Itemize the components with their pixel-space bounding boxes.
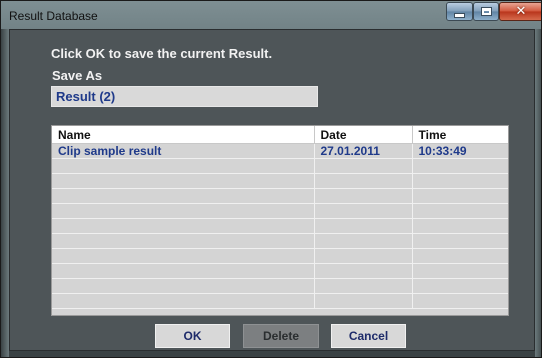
cell-time[interactable]: 10:33:49 [412, 143, 508, 159]
results-table[interactable]: Name Date Time Clip sample result 27.01.… [51, 125, 509, 316]
empty-cell [314, 233, 413, 249]
empty-cell [412, 293, 508, 309]
empty-table-row [52, 158, 508, 174]
cancel-button[interactable]: Cancel [331, 324, 406, 348]
cell-date[interactable]: 27.01.2011 [314, 143, 413, 159]
title-bar[interactable]: Result Database ✕ [1, 1, 541, 29]
empty-cell [314, 263, 413, 279]
empty-cell [412, 218, 508, 234]
save-prompt-text: Click OK to save the current Result. [51, 46, 273, 61]
empty-cell [52, 203, 315, 219]
empty-cell [52, 278, 315, 294]
dialog-body: Click OK to save the current Result. Sav… [9, 29, 535, 351]
save-as-input[interactable] [51, 86, 318, 107]
delete-button[interactable]: Delete [243, 324, 319, 348]
close-button[interactable]: ✕ [499, 2, 541, 21]
window-frame-left [1, 29, 9, 357]
maximize-button[interactable] [473, 2, 499, 21]
ok-button[interactable]: OK [155, 324, 230, 348]
cell-name[interactable]: Clip sample result [52, 143, 315, 159]
empty-cell [412, 263, 508, 279]
empty-cell [412, 203, 508, 219]
empty-cell [314, 158, 413, 174]
empty-cell [52, 233, 315, 249]
empty-cell [412, 188, 508, 204]
table-header-row: Name Date Time [52, 126, 508, 144]
empty-table-row [52, 293, 508, 309]
maximize-icon [481, 8, 491, 15]
empty-cell [412, 233, 508, 249]
close-icon: ✕ [515, 4, 527, 19]
column-header-name[interactable]: Name [52, 126, 315, 144]
empty-cell [314, 278, 413, 294]
empty-cell [314, 188, 413, 204]
empty-cell [314, 293, 413, 309]
empty-cell [52, 263, 315, 279]
empty-table-row [52, 278, 508, 294]
empty-table-row [52, 203, 508, 219]
empty-cell [52, 248, 315, 264]
empty-cell [52, 188, 315, 204]
empty-cell [412, 173, 508, 189]
empty-cell [314, 248, 413, 264]
window-frame-right [535, 29, 541, 357]
empty-table-row [52, 173, 508, 189]
empty-cell [412, 278, 508, 294]
empty-cell [412, 248, 508, 264]
empty-table-row [52, 218, 508, 234]
empty-cell [52, 218, 315, 234]
window-title: Result Database [9, 9, 98, 23]
result-database-window: Result Database ✕ Click OK to save the c… [0, 0, 542, 358]
empty-table-row [52, 233, 508, 249]
empty-table-row [52, 188, 508, 204]
empty-cell [52, 158, 315, 174]
empty-table-row [52, 248, 508, 264]
empty-cell [52, 173, 315, 189]
minimize-icon [455, 13, 464, 17]
column-header-time[interactable]: Time [412, 126, 508, 144]
minimize-button[interactable] [446, 2, 473, 21]
table-row[interactable]: Clip sample result 27.01.2011 10:33:49 [52, 143, 508, 159]
empty-table-row [52, 263, 508, 279]
empty-cell [314, 173, 413, 189]
empty-cell [314, 218, 413, 234]
empty-cell [314, 203, 413, 219]
save-as-label: Save As [52, 68, 103, 83]
empty-cell [412, 158, 508, 174]
column-header-date[interactable]: Date [314, 126, 413, 144]
empty-cell [52, 293, 315, 309]
